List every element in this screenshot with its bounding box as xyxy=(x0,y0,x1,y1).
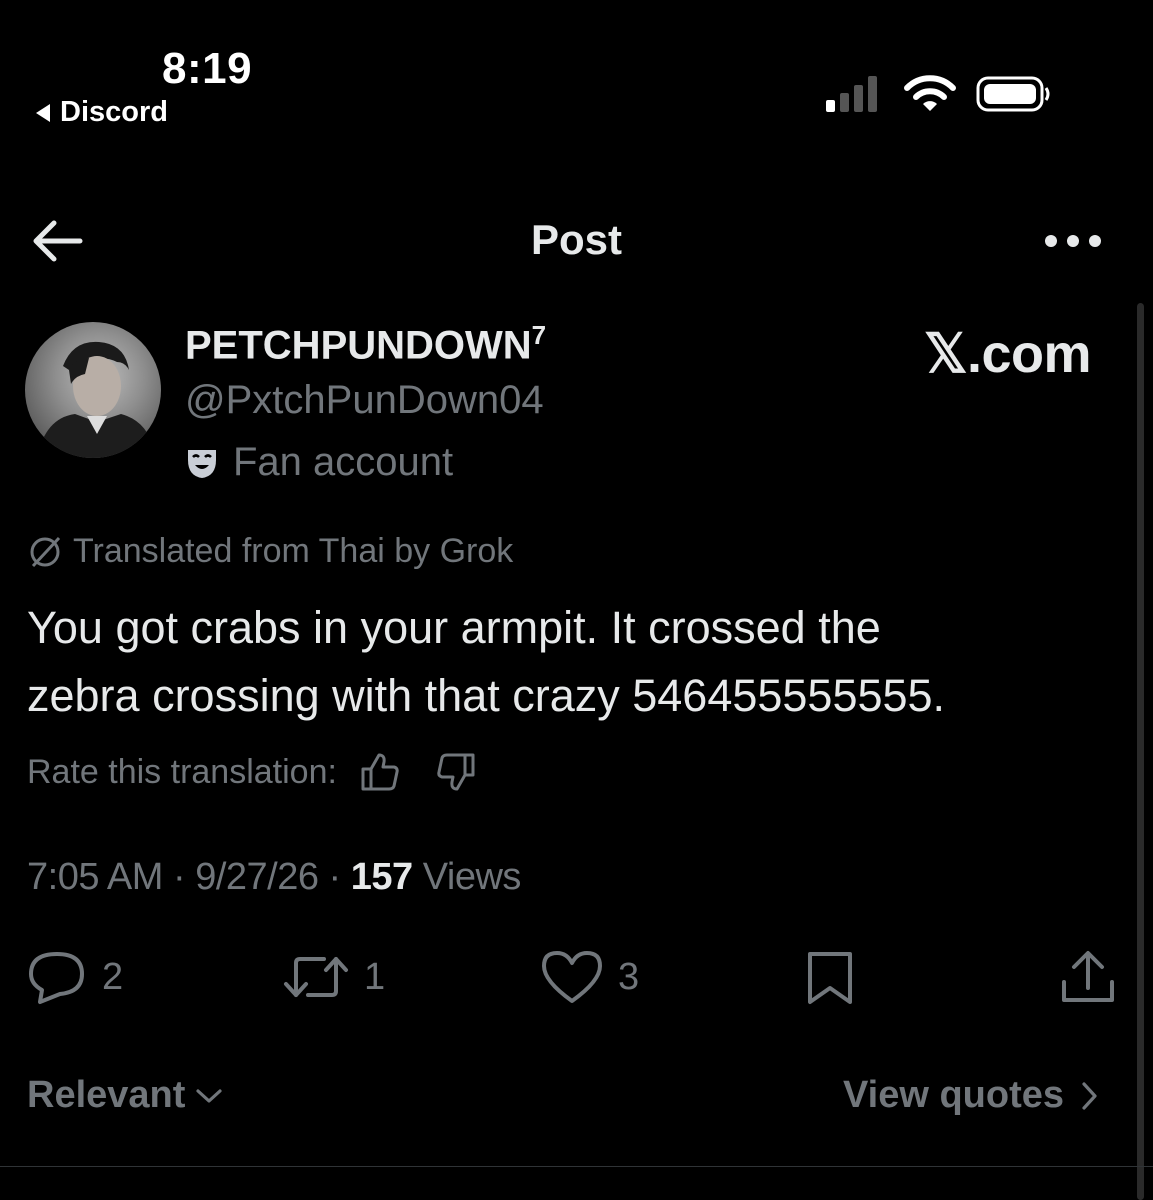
bookmark-button[interactable] xyxy=(804,944,856,1010)
avatar[interactable] xyxy=(25,322,161,458)
bookmark-icon xyxy=(808,952,852,1004)
chevron-right-icon xyxy=(1082,1081,1097,1110)
author-display-name[interactable]: PETCHPUNDOWN7 xyxy=(185,320,546,368)
chevron-left-icon xyxy=(36,103,50,122)
share-button[interactable] xyxy=(1058,944,1118,1010)
avatar-image xyxy=(37,341,155,458)
repost-button[interactable]: 1 xyxy=(282,944,385,1010)
like-count: 3 xyxy=(618,955,640,998)
reply-icon xyxy=(29,952,84,1004)
status-time: 8:19 xyxy=(162,44,253,93)
battery-icon xyxy=(976,76,1050,112)
like-icon xyxy=(542,951,602,1003)
thumbs-up-icon[interactable] xyxy=(359,752,401,792)
divider xyxy=(0,1166,1153,1167)
views-label: Views xyxy=(422,856,522,898)
post-time: 7:05 AM xyxy=(27,856,163,898)
more-icon[interactable] xyxy=(1042,232,1104,250)
translation-note: Translated from Thai by Grok xyxy=(27,532,513,571)
repost-icon xyxy=(284,957,348,997)
post-text: You got crabs in your armpit. It crossed… xyxy=(27,602,946,721)
repost-count: 1 xyxy=(364,955,386,998)
rate-translation: Rate this translation: xyxy=(27,752,477,792)
sort-replies-dropdown[interactable]: Relevant xyxy=(27,1074,223,1117)
post-meta: 7:05 AM · 9/27/26 · 157 Views xyxy=(27,856,522,898)
scrollbar[interactable] xyxy=(1137,303,1144,1200)
post-date: 9/27/26 xyxy=(195,856,319,898)
page-title: Post xyxy=(530,216,622,263)
cellular-signal-icon xyxy=(826,76,877,112)
back-app-label: Discord xyxy=(60,96,168,128)
action-bar: 2 1 3 xyxy=(0,944,1153,1014)
fan-account-label: Fan account xyxy=(185,440,453,485)
view-quotes-label: View quotes xyxy=(843,1074,1065,1116)
fan-mask-icon xyxy=(188,449,216,478)
like-button[interactable]: 3 xyxy=(540,944,639,1010)
translate-slash-icon xyxy=(30,536,61,567)
share-icon xyxy=(1062,951,1114,1002)
back-to-app-link[interactable]: Discord xyxy=(36,96,168,129)
chevron-down-icon xyxy=(196,1088,223,1103)
name-superscript: 7 xyxy=(531,320,547,350)
reply-count: 2 xyxy=(102,955,124,998)
reply-button[interactable]: 2 xyxy=(26,944,123,1010)
views-count: 157 xyxy=(350,856,413,898)
x-watermark: 𝕏.com xyxy=(924,324,1092,384)
thumbs-down-icon[interactable] xyxy=(435,752,477,792)
author-handle[interactable]: @PxtchPunDown04 xyxy=(185,378,544,423)
wifi-icon xyxy=(904,75,956,111)
view-quotes-link[interactable]: View quotes xyxy=(843,1074,1098,1117)
sort-label: Relevant xyxy=(27,1074,186,1116)
status-icons xyxy=(826,74,1052,114)
